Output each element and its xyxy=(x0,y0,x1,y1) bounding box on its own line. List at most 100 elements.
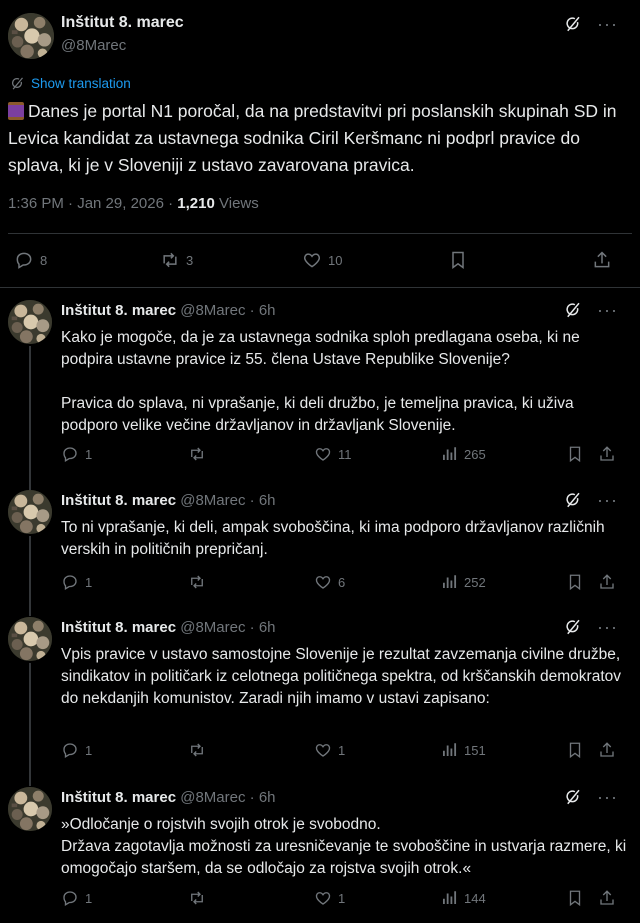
like-count: 1 xyxy=(338,742,346,758)
reply-icon xyxy=(14,250,34,270)
grok-icon[interactable] xyxy=(563,300,583,320)
avatar[interactable] xyxy=(8,617,52,661)
thread-spool-emoji xyxy=(8,102,24,120)
grok-icon[interactable] xyxy=(563,617,583,637)
views-count: 252 xyxy=(464,574,486,590)
bookmark-button[interactable] xyxy=(566,741,584,759)
more-icon[interactable]: ··· xyxy=(597,788,618,806)
repost-icon xyxy=(160,250,180,270)
repost-button[interactable] xyxy=(188,445,212,463)
repost-icon xyxy=(188,445,206,463)
grok-icon[interactable] xyxy=(563,14,583,34)
repost-button[interactable] xyxy=(188,573,212,591)
views-button[interactable]: 252 xyxy=(440,573,486,591)
main-action-bar: 8 3 10 xyxy=(0,246,640,274)
tweet-timestamp[interactable]: 1:36 PM · Jan 29, 2026 · xyxy=(8,195,173,212)
views-count: 151 xyxy=(464,742,486,758)
like-count: 10 xyxy=(328,252,343,268)
tweet-meta: 1:36 PM · Jan 29, 2026 · 1,210 Views xyxy=(8,195,259,212)
reply-time[interactable]: 6h xyxy=(259,789,276,806)
avatar[interactable] xyxy=(8,300,52,344)
grok-icon[interactable] xyxy=(563,490,583,510)
share-icon xyxy=(598,445,616,463)
reply-header: Inštitut 8. marec @8Marec · 6h xyxy=(61,302,276,319)
reply-action-bar: 1 6 252 xyxy=(0,573,640,595)
more-icon[interactable]: ··· xyxy=(597,491,618,509)
reply-count: 8 xyxy=(40,252,48,268)
reply-text: To ni vprašanje, ki deli, ampak svobošči… xyxy=(61,517,631,561)
author-handle[interactable]: @8Marec xyxy=(180,619,245,636)
separator: · xyxy=(249,619,255,636)
bookmark-button[interactable] xyxy=(566,445,584,463)
avatar[interactable] xyxy=(8,13,54,59)
reply-paragraph: To ni vprašanje, ki deli, ampak svobošči… xyxy=(61,519,605,558)
reply-text: »Odločanje o rojstvih svojih otrok je sv… xyxy=(61,814,631,880)
share-button[interactable] xyxy=(598,573,616,591)
reply-action-bar: 1 11 265 xyxy=(0,445,640,467)
separator: · xyxy=(249,492,255,509)
author-name[interactable]: Inštitut 8. marec xyxy=(61,789,176,806)
more-icon[interactable]: ··· xyxy=(597,301,618,319)
like-count: 11 xyxy=(338,446,352,462)
reply-button[interactable]: 1 xyxy=(61,573,92,591)
author-handle[interactable]: @8Marec xyxy=(180,492,245,509)
reply-button[interactable]: 8 xyxy=(14,250,47,270)
repost-button[interactable] xyxy=(188,889,212,907)
more-icon[interactable]: ··· xyxy=(597,15,618,33)
repost-button[interactable]: 3 xyxy=(160,250,193,270)
bookmark-button[interactable] xyxy=(566,889,584,907)
like-button[interactable]: 11 xyxy=(314,445,352,463)
reply-paragraph: »Odločanje o rojstvih svojih otrok je sv… xyxy=(61,816,381,833)
author-handle[interactable]: @8Marec xyxy=(180,789,245,806)
reply-button[interactable]: 1 xyxy=(61,889,92,907)
author-handle[interactable]: @8Marec xyxy=(61,37,126,54)
like-button[interactable]: 1 xyxy=(314,741,345,759)
author-name[interactable]: Inštitut 8. marec xyxy=(61,302,176,319)
views-button[interactable]: 144 xyxy=(440,889,486,907)
reply-button[interactable]: 1 xyxy=(61,741,92,759)
reply-count: 1 xyxy=(85,890,93,906)
bookmark-icon xyxy=(566,573,584,591)
author-name[interactable]: Inštitut 8. marec xyxy=(61,14,184,32)
views-button[interactable]: 151 xyxy=(440,741,486,759)
repost-button[interactable] xyxy=(188,741,212,759)
like-icon xyxy=(314,445,332,463)
reply-time[interactable]: 6h xyxy=(259,492,276,509)
author-name[interactable]: Inštitut 8. marec xyxy=(61,492,176,509)
views-button[interactable]: 265 xyxy=(440,445,486,463)
reply-time[interactable]: 6h xyxy=(259,619,276,636)
like-icon xyxy=(314,573,332,591)
share-icon xyxy=(598,573,616,591)
like-count: 1 xyxy=(338,890,346,906)
share-button[interactable] xyxy=(592,250,612,270)
reply-time[interactable]: 6h xyxy=(259,302,276,319)
bookmark-button[interactable] xyxy=(448,250,468,270)
avatar[interactable] xyxy=(8,787,52,831)
bookmark-button[interactable] xyxy=(566,573,584,591)
reply-header: Inštitut 8. marec @8Marec · 6h xyxy=(61,619,276,636)
reply-button[interactable]: 1 xyxy=(61,445,92,463)
bookmark-icon xyxy=(448,250,468,270)
views-label: Views xyxy=(219,195,259,212)
share-button[interactable] xyxy=(598,445,616,463)
repost-icon xyxy=(188,741,206,759)
reply-action-bar: 1 1 144 xyxy=(0,889,640,911)
show-translation-link[interactable]: Show translation xyxy=(10,76,131,91)
author-name[interactable]: Inštitut 8. marec xyxy=(61,619,176,636)
author-handle[interactable]: @8Marec xyxy=(180,302,245,319)
more-icon[interactable]: ··· xyxy=(597,618,618,636)
share-icon xyxy=(598,889,616,907)
share-button[interactable] xyxy=(598,741,616,759)
like-button[interactable]: 6 xyxy=(314,573,345,591)
tweet-top-icons: ··· xyxy=(563,14,618,34)
grok-icon[interactable] xyxy=(563,787,583,807)
like-button[interactable]: 10 xyxy=(302,250,342,270)
like-button[interactable]: 1 xyxy=(314,889,345,907)
bookmark-icon xyxy=(566,741,584,759)
reply-icon xyxy=(61,741,79,759)
reply-count: 1 xyxy=(85,574,93,590)
avatar[interactable] xyxy=(8,490,52,534)
share-button[interactable] xyxy=(598,889,616,907)
reply-paragraph: Država zagotavlja možnosti za uresničeva… xyxy=(61,838,627,877)
views-icon xyxy=(440,741,458,759)
